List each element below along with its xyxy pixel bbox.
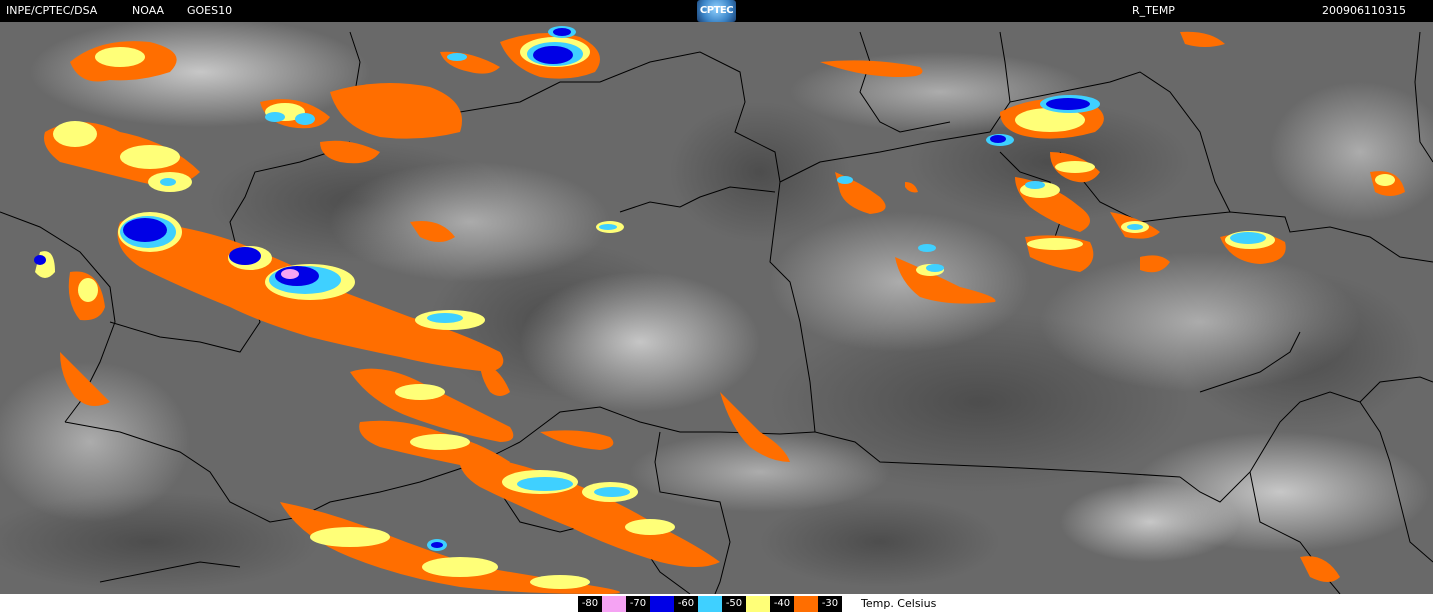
temperature-legend: -80 -70 -60 -50 -40 -30 Temp. Celsius <box>0 594 1433 614</box>
timestamp-label: 200906110315 <box>1322 4 1406 17</box>
legend-swatch <box>746 596 770 612</box>
legend-label: -40 <box>770 596 794 612</box>
legend-label: -70 <box>626 596 650 612</box>
legend-scale: -80 -70 -60 -50 -40 -30 <box>578 596 866 612</box>
map-svg <box>0 22 1433 594</box>
legend-swatch <box>794 596 818 612</box>
legend-label: -30 <box>818 596 842 612</box>
satellite-map <box>0 22 1433 594</box>
legend-label: -60 <box>674 596 698 612</box>
logo-text: CPTEC <box>699 5 734 16</box>
legend-swatch <box>602 596 626 612</box>
cptec-logo: CPTEC <box>697 0 736 22</box>
product-label: R_TEMP <box>1132 4 1175 17</box>
legend-label: -50 <box>722 596 746 612</box>
agency-label: NOAA <box>132 4 165 17</box>
legend-label: -80 <box>578 596 602 612</box>
legend-caption: Temp. Celsius <box>861 597 937 610</box>
satellite-label: GOES10 <box>187 4 233 17</box>
legend-swatch <box>650 596 674 612</box>
header-bar: INPE/CPTEC/DSA NOAA GOES10 CPTEC R_TEMP … <box>0 0 1433 22</box>
source-label: INPE/CPTEC/DSA <box>6 4 98 17</box>
legend-swatch <box>698 596 722 612</box>
